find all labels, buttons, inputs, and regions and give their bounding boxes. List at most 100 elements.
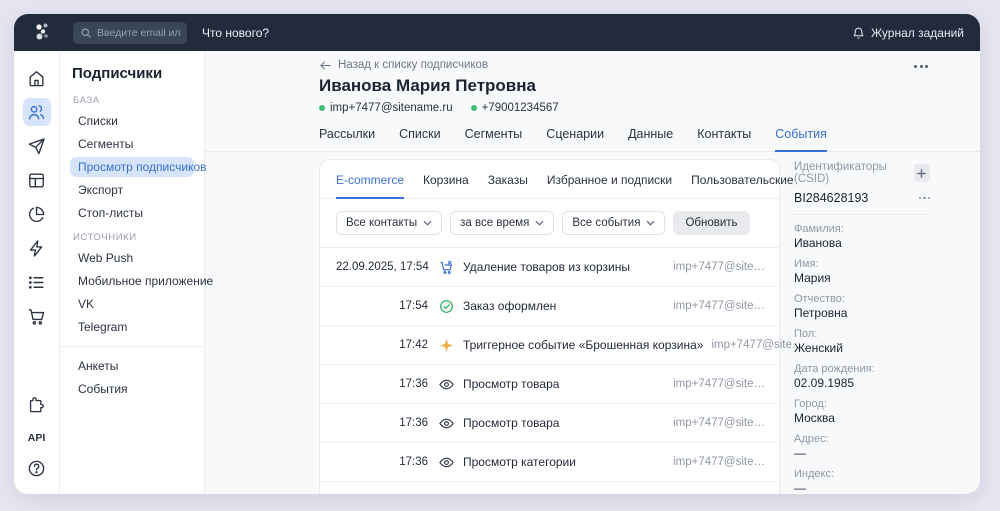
field-label: Пол: [794,328,930,340]
event-category-tabs: E-commerce Корзина Заказы Избранное и по… [320,160,779,199]
statistics-pie-icon[interactable] [23,200,51,228]
subscribers-icon[interactable] [23,98,51,126]
panel-divider [794,214,930,215]
eye-icon [439,454,455,470]
status-dot-icon [471,105,477,111]
field-label: Имя: [794,258,930,270]
add-identifier-button[interactable] [914,164,930,182]
sidebar-item-stoplists[interactable]: Стоп-листы [70,203,194,223]
sidebar-item-lists[interactable]: Списки [70,111,194,131]
automation-zap-icon[interactable] [23,234,51,262]
tab-contacts[interactable]: Контакты [697,127,751,151]
event-row[interactable]: 17:36 Просмотр категории imp+7477@site… [320,443,779,482]
tab-scenarios[interactable]: Сценарии [546,127,604,151]
tab-segments[interactable]: Сегменты [465,127,523,151]
back-link[interactable]: Назад к списку подписчиков [319,59,488,71]
sidebar-item-vk[interactable]: VK [70,294,194,314]
sidebar-item-telegram[interactable]: Telegram [70,317,194,337]
contacts-filter-dropdown[interactable]: Все контакты [336,211,442,235]
phone-value: +79001234567 [482,102,559,114]
store-cart-icon[interactable] [23,302,51,330]
csid-menu-button[interactable] [919,193,931,204]
field-value: Москва [794,412,930,425]
sidebar-section-base: БАЗА [73,95,191,106]
event-datetime: 17:36 [336,378,428,390]
event-row[interactable]: 17:42 Триггерное событие «Брошенная корз… [320,326,779,365]
refresh-button[interactable]: Обновить [673,211,749,235]
sidebar-item-export[interactable]: Экспорт [70,180,194,200]
tasks-journal-button[interactable]: Журнал заданий [852,26,964,40]
header-kebab-menu[interactable] [914,65,928,68]
sidebar-item-mobile-app[interactable]: Мобильное приложение [70,271,194,291]
lists-icon[interactable] [23,268,51,296]
icon-rail: API [14,51,60,494]
chevron-down-icon [646,220,655,226]
event-title: Заказ оформлен [463,299,556,313]
search-icon [80,27,92,39]
subscriber-tabs: Рассылки Списки Сегменты Сценарии Данные… [205,127,980,152]
home-icon[interactable] [23,64,51,92]
period-filter-dropdown[interactable]: за все время [450,211,554,235]
event-type-filter-dropdown[interactable]: Все события [562,211,665,235]
sidebar-section-sources: ИСТОЧНИКИ [73,232,191,243]
tab-events[interactable]: События [775,127,827,152]
tab-cart[interactable]: Корзина [423,173,469,198]
topbar: Что нового? Журнал заданий [14,14,980,51]
content-area: E-commerce Корзина Заказы Избранное и по… [205,152,980,448]
logo[interactable] [30,21,56,45]
app-window: Что нового? Журнал заданий [14,14,980,494]
sidebar-divider [60,346,204,347]
api-link[interactable]: API [28,432,46,444]
event-row[interactable]: 17:36 Просмотр товара imp+7477@site… [320,404,779,443]
event-datetime: 22.09.2025, 17:54 [336,261,428,273]
field-label: Отчество: [794,293,930,305]
event-row[interactable]: 17:35 Удаление товаров из корзины imp+74… [320,482,779,494]
event-contact: imp+7477@site… [665,261,765,273]
event-title: Просмотр товара [463,377,559,391]
field-value: Мария [794,272,930,285]
event-contact: imp+7477@site… [703,339,803,351]
period-filter-label: за все время [460,217,529,229]
event-title: Триггерное событие «Брошенная корзина» [463,338,703,352]
contacts-filter-label: Все контакты [346,217,417,229]
field-label: Город: [794,398,930,410]
campaigns-send-icon[interactable] [23,132,51,160]
whats-new-link[interactable]: Что нового? [202,26,269,40]
event-type-filter-label: Все события [572,217,640,229]
layout-icon[interactable] [23,166,51,194]
profile-field: Индекс: — [794,468,930,494]
sidebar-item-events[interactable]: События [70,379,194,399]
email-value: imp+7477@sitename.ru [330,102,453,114]
event-title: Удаление товаров из корзины [463,260,630,274]
field-label: Индекс: [794,468,930,480]
help-icon[interactable] [23,454,51,482]
topbar-search [73,22,187,44]
tab-lists[interactable]: Списки [399,127,440,151]
field-value: — [794,482,930,494]
sidebar-item-webpush[interactable]: Web Push [70,248,194,268]
profile-panel: Идентификаторы (CSID) BI284628193 Фамили… [794,159,930,494]
sidebar-item-surveys[interactable]: Анкеты [70,356,194,376]
tab-mailings[interactable]: Рассылки [319,127,375,151]
sidebar-item-view-subscribers[interactable]: Просмотр подписчиков [70,157,194,177]
email-chip: imp+7477@sitename.ru [319,102,453,114]
eye-icon [439,376,455,392]
eye-icon [439,415,455,431]
identifiers-label: Идентификаторы (CSID) [794,161,914,185]
tab-data[interactable]: Данные [628,127,673,151]
event-row[interactable]: 17:54 Заказ оформлен imp+7477@site… [320,287,779,326]
arrow-left-icon [319,60,332,71]
field-value: Иванова [794,237,930,250]
integrations-puzzle-icon[interactable] [23,390,51,418]
event-title: Просмотр категории [463,455,576,469]
main-area: Назад к списку подписчиков Иванова Мария… [205,51,980,494]
phone-chip: +79001234567 [471,102,559,114]
event-row[interactable]: 17:36 Просмотр товара imp+7477@site… [320,365,779,404]
tab-orders[interactable]: Заказы [488,173,528,198]
sidebar-item-segments[interactable]: Сегменты [70,134,194,154]
tab-favorites[interactable]: Избранное и подписки [547,173,672,198]
tab-ecommerce[interactable]: E-commerce [336,173,404,199]
tab-custom[interactable]: Пользовательские [691,173,794,198]
profile-field: Пол: Женский [794,328,930,355]
event-row[interactable]: 22.09.2025, 17:54 Удаление товаров из ко… [320,248,779,287]
